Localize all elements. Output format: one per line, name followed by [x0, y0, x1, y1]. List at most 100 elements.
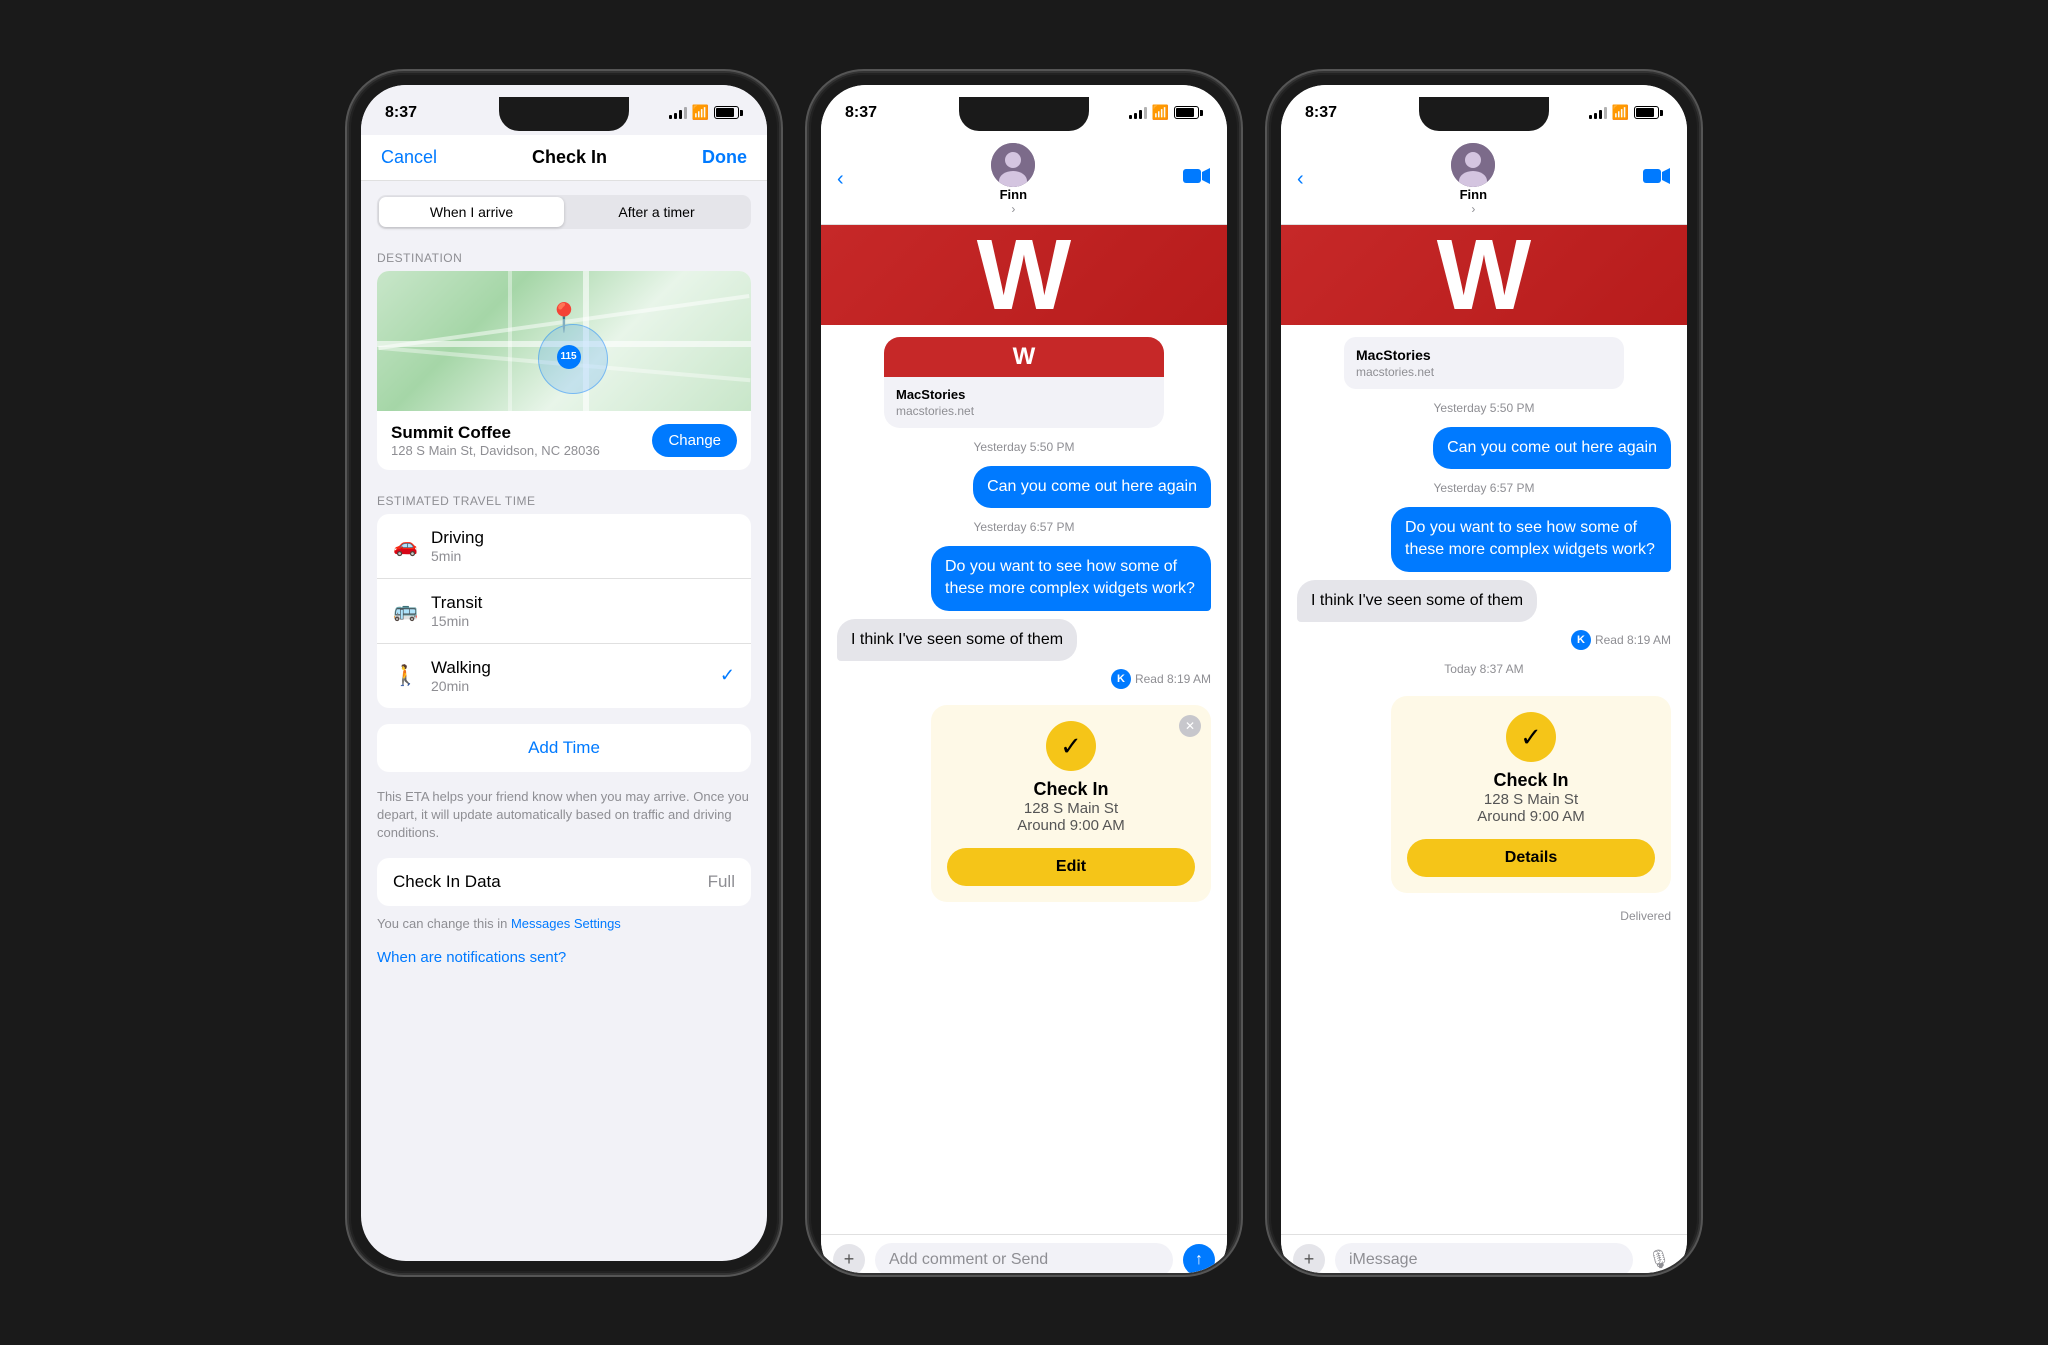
contact-name-2: Finn: [1000, 187, 1027, 202]
link-card-image-2: W: [884, 337, 1164, 377]
read-time-3: Read 8:19 AM: [1595, 633, 1671, 647]
checkin-data-row[interactable]: Check In Data Full: [377, 858, 751, 906]
phone-2: 8:37 📶 ‹: [809, 73, 1239, 1273]
map-card: 📍 115 Summit Coffee 128 S Main St, David…: [377, 271, 751, 470]
checkin-data-value: Full: [708, 872, 735, 892]
checkin-icon-3: ✓: [1506, 712, 1556, 762]
checkin-card-title-2: Check In: [947, 779, 1195, 800]
video-call-button-2[interactable]: [1183, 166, 1211, 192]
segment-when-arrive[interactable]: When I arrive: [379, 197, 564, 227]
checkin-card-close-2[interactable]: ✕: [1179, 715, 1201, 737]
signal-icon-1: [669, 107, 687, 119]
checkin-card-3: ✓ Check In 128 S Main St Around 9:00 AM …: [1391, 696, 1671, 893]
bubble-sent-2-3: Do you want to see how some of these mor…: [1391, 507, 1671, 572]
change-destination-button[interactable]: Change: [652, 424, 737, 457]
destination-label: DESTINATION: [361, 243, 767, 271]
wifi-icon-2: 📶: [1152, 104, 1169, 121]
battery-icon-2: [1174, 106, 1203, 119]
contact-info-2[interactable]: Finn ›: [991, 143, 1035, 216]
plus-button-3[interactable]: +: [1293, 1244, 1325, 1273]
map-badge: 115: [557, 345, 581, 369]
timestamp-3-3: Today 8:37 AM: [1297, 662, 1671, 676]
details-button-3[interactable]: Details: [1407, 839, 1655, 877]
chevron-icon-3: ›: [1471, 202, 1475, 216]
eta-note: This ETA helps your friend know when you…: [361, 788, 767, 859]
checkin-title: Check In: [532, 147, 607, 168]
messages-settings-link[interactable]: Messages Settings: [511, 916, 621, 931]
timestamp-2-2: Yesterday 6:57 PM: [837, 520, 1211, 534]
wifi-icon-1: 📶: [692, 104, 709, 121]
wifi-icon-3: 📶: [1612, 104, 1629, 121]
status-icons-1: 📶: [669, 104, 743, 121]
travel-driving[interactable]: 🚗 Driving 5min: [377, 514, 751, 579]
notifications-link[interactable]: When are notifications sent?: [361, 937, 767, 978]
done-button[interactable]: Done: [702, 147, 747, 168]
notch-2: [959, 97, 1089, 131]
video-icon-3: [1643, 166, 1671, 186]
travel-transit[interactable]: 🚌 Transit 15min: [377, 579, 751, 644]
notch-3: [1419, 97, 1549, 131]
car-icon: 🚗: [393, 533, 417, 558]
phone-2-screen: 8:37 📶 ‹: [821, 85, 1227, 1273]
read-time-2: Read 8:19 AM: [1135, 672, 1211, 686]
contact-info-3[interactable]: Finn ›: [1451, 143, 1495, 216]
segment-after-timer[interactable]: After a timer: [564, 197, 749, 227]
time-3: 8:37: [1305, 104, 1337, 122]
plus-button-2[interactable]: +: [833, 1244, 865, 1273]
bubble-sent-1-3: Can you come out here again: [1433, 427, 1671, 469]
contact-name-3: Finn: [1460, 187, 1487, 202]
battery-icon-3: [1634, 106, 1663, 119]
walk-icon: 🚶: [393, 663, 417, 688]
message-input-2[interactable]: Add comment or Send: [875, 1243, 1173, 1273]
input-bar-2: + Add comment or Send ↑: [821, 1234, 1227, 1273]
destination-address: 128 S Main St, Davidson, NC 28036: [391, 443, 600, 458]
travel-driving-info: Driving 5min: [431, 528, 484, 564]
time-2: 8:37: [845, 104, 877, 122]
k-avatar-2: K: [1111, 669, 1131, 689]
signal-icon-3: [1589, 107, 1607, 119]
notch-1: [499, 97, 629, 131]
back-button-3[interactable]: ‹: [1297, 168, 1304, 191]
travel-transit-info: Transit 15min: [431, 593, 482, 629]
read-receipt-2: K Read 8:19 AM: [1111, 669, 1211, 689]
back-button-2[interactable]: ‹: [837, 168, 844, 191]
bubble-recv-1-2: I think I've seen some of them: [837, 619, 1077, 661]
travel-label: ESTIMATED TRAVEL TIME: [361, 486, 767, 514]
link-card-2: W MacStories macstories.net: [884, 337, 1164, 428]
map-pin: 📍: [547, 301, 582, 334]
message-input-3[interactable]: iMessage: [1335, 1243, 1633, 1273]
messages-body-2[interactable]: W MacStories macstories.net Yesterday 5:…: [821, 325, 1227, 1234]
bubble-sent-2-2: Do you want to see how some of these mor…: [931, 546, 1211, 611]
travel-walking[interactable]: 🚶 Walking 20min ✓: [377, 644, 751, 708]
video-icon-2: [1183, 166, 1211, 186]
timestamp-1-3: Yesterday 5:50 PM: [1297, 401, 1671, 415]
banner-3: W: [1281, 225, 1687, 325]
phone-1-screen: 8:37 📶 Cancel Check In Done When I arriv…: [361, 85, 767, 1261]
messages-nav-2: ‹ Finn ›: [821, 135, 1227, 225]
banner-letter-2: W: [977, 225, 1071, 325]
signal-icon-2: [1129, 107, 1147, 119]
send-button-2[interactable]: ↑: [1183, 1244, 1215, 1273]
bubble-recv-1-3: I think I've seen some of them: [1297, 580, 1537, 622]
add-time-button[interactable]: Add Time: [377, 724, 751, 772]
bus-icon: 🚌: [393, 598, 417, 623]
travel-options: 🚗 Driving 5min 🚌 Transit 15min 🚶 Walking…: [377, 514, 751, 708]
destination-info: Summit Coffee 128 S Main St, Davidson, N…: [377, 411, 751, 470]
read-receipt-3: K Read 8:19 AM: [1571, 630, 1671, 650]
mic-button-3[interactable]: 🎙: [1643, 1244, 1675, 1273]
checkin-card-address-3: 128 S Main St: [1407, 791, 1655, 808]
messages-body-3[interactable]: MacStories macstories.net Yesterday 5:50…: [1281, 325, 1687, 1234]
delivered-label-3: Delivered: [1620, 909, 1671, 923]
destination-text: Summit Coffee 128 S Main St, Davidson, N…: [391, 423, 600, 458]
link-url-2: macstories.net: [884, 404, 1164, 428]
map-view: 📍 115: [377, 271, 751, 411]
cancel-button[interactable]: Cancel: [381, 147, 437, 168]
segment-control: When I arrive After a timer: [377, 195, 751, 229]
edit-button-2[interactable]: Edit: [947, 848, 1195, 886]
video-call-button-3[interactable]: [1643, 166, 1671, 192]
travel-walking-info: Walking 20min: [431, 658, 491, 694]
timestamp-1-2: Yesterday 5:50 PM: [837, 440, 1211, 454]
bubble-sent-1-2: Can you come out here again: [973, 466, 1211, 508]
avatar-3: [1451, 143, 1495, 187]
link-url-3: macstories.net: [1344, 365, 1624, 389]
